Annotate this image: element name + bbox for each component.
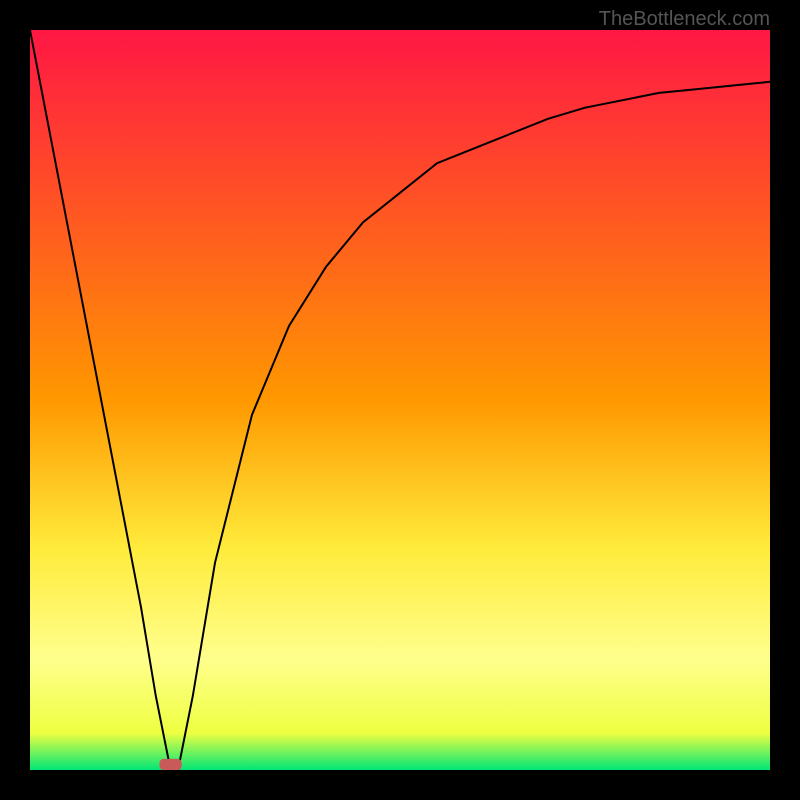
optimum-marker (160, 759, 182, 770)
chart-plot-area (30, 30, 770, 770)
chart-svg (30, 30, 770, 770)
watermark-text: TheBottleneck.com (599, 8, 770, 31)
chart-background (30, 30, 770, 770)
